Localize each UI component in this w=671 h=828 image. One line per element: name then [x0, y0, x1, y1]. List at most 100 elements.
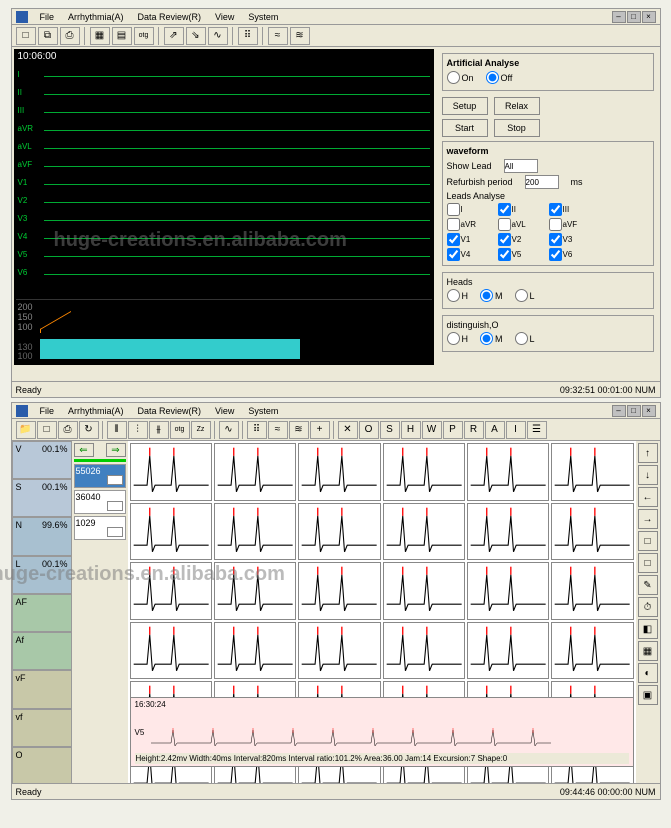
beat-cell[interactable] [214, 503, 296, 561]
tool-s-button[interactable]: S [380, 421, 400, 439]
tool-o-button[interactable]: O [359, 421, 379, 439]
tool-chart-icon[interactable]: ⫶ [128, 421, 148, 439]
rhythm-strip[interactable]: 16:30:24 V5 Height:2.42mv Width:40ms Int… [130, 697, 634, 767]
tool-x2-icon[interactable]: ≋ [290, 27, 310, 45]
rtool-10-icon[interactable]: ◐ [638, 663, 658, 683]
tool-bars-icon[interactable]: ⫴ [107, 421, 127, 439]
tool-x1-icon[interactable]: ≈ [268, 27, 288, 45]
minimize-icon[interactable]: – [612, 11, 626, 23]
check-V3[interactable]: V3 [549, 233, 598, 246]
rtool-9-icon[interactable]: ▦ [638, 641, 658, 661]
class-n[interactable]: N99.6% [12, 517, 72, 555]
check-V5[interactable]: V5 [498, 248, 547, 261]
beat-cell[interactable] [551, 503, 633, 561]
check-III[interactable]: III [549, 203, 598, 216]
tool-new-icon[interactable]: □ [16, 27, 36, 45]
beat-cell[interactable] [130, 622, 212, 680]
radio-l[interactable]: L [515, 289, 535, 302]
showlead-select[interactable] [504, 159, 538, 173]
menu-arrhythmia[interactable]: Arrhythmia(A) [62, 406, 130, 416]
class-vf[interactable]: vf [12, 709, 72, 747]
menu-data-review[interactable]: Data Review(R) [132, 12, 208, 22]
tool-copy-icon[interactable]: ⧉ [38, 27, 58, 45]
tool-otg-icon[interactable]: otg [134, 27, 154, 45]
menu-file[interactable]: File [34, 12, 61, 22]
tool-settings-icon[interactable]: ✕ [338, 421, 358, 439]
beat-cell[interactable] [130, 443, 212, 501]
menu-view[interactable]: View [209, 406, 240, 416]
check-V2[interactable]: V2 [498, 233, 547, 246]
check-II[interactable]: II [498, 203, 547, 216]
tool-chart2-icon[interactable]: ⫵ [149, 421, 169, 439]
rtool-0-icon[interactable]: ↑ [638, 443, 658, 463]
check-aVL[interactable]: aVL [498, 218, 547, 231]
tool-chart2-icon[interactable]: ⇘ [186, 27, 206, 45]
rtool-5-icon[interactable]: □ [638, 553, 658, 573]
tool-x2-icon[interactable]: ≋ [289, 421, 309, 439]
class-af[interactable]: Af [12, 632, 72, 670]
rtool-1-icon[interactable]: ↓ [638, 465, 658, 485]
tool-print-icon[interactable]: ⎙ [60, 27, 80, 45]
check-I[interactable]: I [447, 203, 496, 216]
menu-file[interactable]: File [34, 406, 61, 416]
rtool-3-icon[interactable]: → [638, 509, 658, 529]
beat-cell[interactable] [214, 562, 296, 620]
minimize-icon[interactable]: – [612, 405, 626, 417]
check-V1[interactable]: V1 [447, 233, 496, 246]
tool-h-button[interactable]: H [401, 421, 421, 439]
check-V4[interactable]: V4 [447, 248, 496, 261]
beat-cell[interactable] [214, 443, 296, 501]
beat-cell[interactable] [298, 503, 380, 561]
beat-cell[interactable] [214, 622, 296, 680]
beat-cell[interactable] [298, 443, 380, 501]
maximize-icon[interactable]: □ [627, 405, 641, 417]
beat-cell[interactable] [130, 562, 212, 620]
segment-item[interactable]: 1029 [74, 516, 126, 540]
setup-button[interactable]: Setup [442, 97, 488, 115]
class-s[interactable]: S00.1% [12, 479, 72, 517]
stop-button[interactable]: Stop [494, 119, 540, 137]
close-icon[interactable]: × [642, 11, 656, 23]
menu-system[interactable]: System [242, 406, 284, 416]
tool-refresh-icon[interactable]: ↻ [79, 421, 99, 439]
prev-button[interactable]: ⇐ [74, 443, 94, 457]
relax-button[interactable]: Relax [494, 97, 540, 115]
beat-cell[interactable] [383, 562, 465, 620]
tool-table-icon[interactable]: ▤ [112, 27, 132, 45]
radio-h[interactable]: H [447, 332, 469, 345]
beat-cell[interactable] [467, 562, 549, 620]
tool-wave-icon[interactable]: ∿ [219, 421, 239, 439]
close-icon[interactable]: × [642, 405, 656, 417]
rtool-11-icon[interactable]: ▣ [638, 685, 658, 705]
rtool-2-icon[interactable]: ← [638, 487, 658, 507]
beat-cell[interactable] [551, 443, 633, 501]
tool-w-button[interactable]: W [422, 421, 442, 439]
maximize-icon[interactable]: □ [627, 11, 641, 23]
start-button[interactable]: Start [442, 119, 488, 137]
beat-cell[interactable] [298, 562, 380, 620]
radio-h[interactable]: H [447, 289, 469, 302]
beat-cell[interactable] [298, 622, 380, 680]
tool-plus-icon[interactable]: + [310, 421, 330, 439]
class-af[interactable]: AF [12, 594, 72, 632]
tool-i-button[interactable]: I [506, 421, 526, 439]
segment-item[interactable]: 36040 [74, 490, 126, 514]
radio-l[interactable]: L [515, 332, 535, 345]
menu-arrhythmia[interactable]: Arrhythmia(A) [62, 12, 130, 22]
next-button[interactable]: ⇒ [106, 443, 126, 457]
tool-zz-icon[interactable]: Zz [191, 421, 211, 439]
refurbish-input[interactable] [525, 175, 559, 189]
tool-list-icon[interactable]: ☰ [527, 421, 547, 439]
beat-cell[interactable] [383, 622, 465, 680]
check-aVR[interactable]: aVR [447, 218, 496, 231]
beat-cell[interactable] [467, 503, 549, 561]
rtool-7-icon[interactable]: ⏱ [638, 597, 658, 617]
tool-r-button[interactable]: R [464, 421, 484, 439]
radio-m[interactable]: M [480, 289, 503, 302]
segment-item[interactable]: 55026 [74, 464, 126, 488]
tool-dots-icon[interactable]: ⠿ [238, 27, 258, 45]
menu-data-review[interactable]: Data Review(R) [132, 406, 208, 416]
tool-page-icon[interactable]: □ [37, 421, 57, 439]
tool-otg-icon[interactable]: otg [170, 421, 190, 439]
check-V6[interactable]: V6 [549, 248, 598, 261]
